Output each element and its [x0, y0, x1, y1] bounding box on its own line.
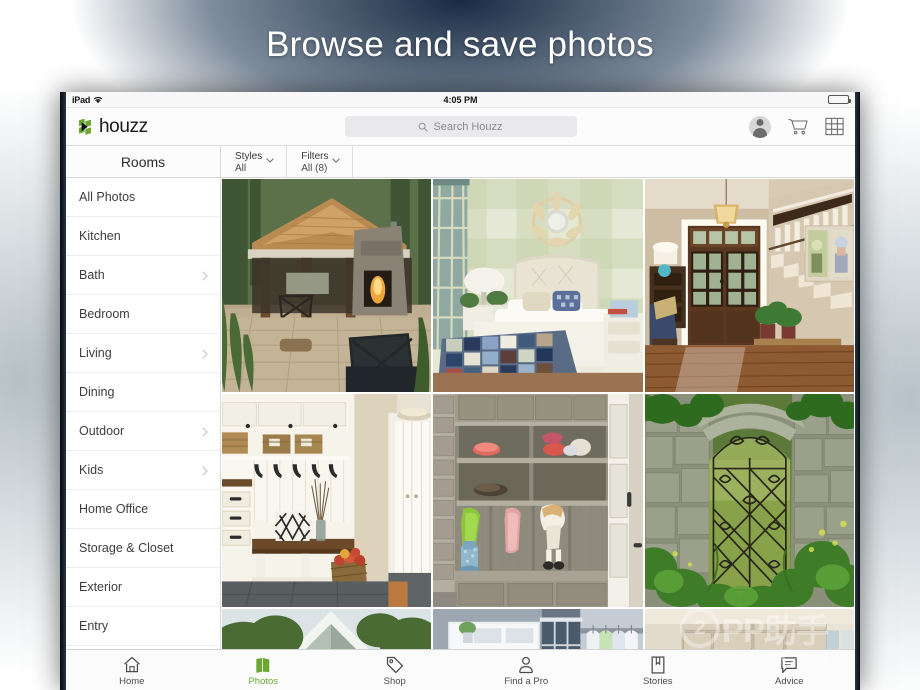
photo-stone-fireplace[interactable]: [644, 609, 854, 649]
hero-banner: Browse and save photos: [0, 0, 920, 90]
filters-filter-value: All (8): [301, 163, 328, 174]
sidebar-item-label: Outdoor: [79, 424, 125, 438]
bottom-tab-bar: Home Photos Shop Find a Pro Stories Advice: [66, 649, 855, 690]
sidebar-item-kitchen[interactable]: Kitchen: [66, 217, 220, 256]
photo-grid: [221, 178, 855, 649]
tab-label: Advice: [774, 675, 804, 687]
speech-bubble-icon: [779, 654, 799, 675]
sidebar-item-label: Bedroom: [79, 307, 130, 321]
device-bezel-right: [855, 92, 860, 690]
photo-laundry-room[interactable]: [433, 609, 643, 649]
tab-label: Photos: [248, 675, 279, 687]
photo-house-exterior[interactable]: [222, 609, 432, 649]
sidebar-item-exterior[interactable]: Exterior: [66, 568, 220, 607]
sidebar-item-home-office[interactable]: Home Office: [66, 490, 220, 529]
photo-outdoor-pavilion[interactable]: [222, 179, 432, 392]
filters-filter[interactable]: Filters All (8): [287, 146, 354, 177]
sidebar-item-label: Kids: [79, 463, 104, 477]
shopping-cart-icon[interactable]: [787, 116, 808, 137]
home-icon: [122, 654, 142, 675]
tab-label: Home: [119, 675, 145, 687]
status-bar-clock: 4:05 PM: [443, 94, 478, 105]
photo-garden-gate[interactable]: [644, 394, 854, 607]
ios-status-bar: iPad 4:05 PM: [66, 92, 855, 108]
page-title: Browse and save photos: [266, 25, 654, 64]
tab-label: Stories: [642, 675, 673, 687]
photo-entry-foyer[interactable]: [644, 179, 854, 392]
houzz-logo[interactable]: houzz: [76, 116, 226, 138]
photo-mudroom-gray[interactable]: [433, 394, 643, 607]
tab-label: Find a Pro: [504, 675, 549, 687]
tab-home[interactable]: Home: [66, 650, 198, 690]
tab-shop[interactable]: Shop: [329, 650, 461, 690]
tab-stories[interactable]: Stories: [592, 650, 724, 690]
sidebar-item-label: Exterior: [79, 580, 123, 594]
sidebar-item-label: Bath: [79, 268, 105, 282]
ipad-device-frame: iPad 4:05 PM houzz Search Houzz Rooms St…: [60, 92, 860, 690]
search-area: Search Houzz: [226, 116, 695, 137]
sidebar-item-all-photos[interactable]: All Photos: [66, 178, 220, 217]
rooms-header: Rooms: [66, 146, 221, 177]
screenshot-stage: Browse and save photos iPad 4:05 PM houz…: [0, 0, 920, 690]
sidebar-item-dining[interactable]: Dining: [66, 373, 220, 412]
person-icon: [516, 654, 536, 675]
photo-bedroom-plaid[interactable]: [433, 179, 643, 392]
search-icon: [418, 122, 429, 132]
sidebar-item-entry[interactable]: Entry: [66, 607, 220, 646]
sidebar-item-label: Dining: [79, 385, 115, 399]
sidebar-item-bedroom[interactable]: Bedroom: [66, 295, 220, 334]
sidebar-item-label: Storage & Closet: [79, 541, 174, 555]
tab-advice[interactable]: Advice: [724, 650, 856, 690]
filters-filter-top: Filters: [301, 151, 341, 163]
book-icon: [648, 654, 668, 675]
houzz-logo-text: houzz: [99, 115, 148, 137]
photo-mudroom-white[interactable]: [222, 394, 432, 607]
rooms-sidebar[interactable]: All Photos Kitchen Bath Bedroom Living Dining…: [66, 178, 221, 649]
grid-view-icon[interactable]: [824, 116, 845, 137]
styles-filter-value: All: [235, 163, 247, 174]
sidebar-item-kids[interactable]: Kids: [66, 451, 220, 490]
sidebar-item-label: Living: [79, 346, 112, 360]
chevron-right-icon: [202, 465, 208, 476]
chevron-down-icon: [332, 155, 341, 163]
tag-icon: [385, 654, 405, 675]
sidebar-item-bath[interactable]: Bath: [66, 256, 220, 295]
status-bar-right: [828, 95, 851, 104]
search-placeholder: Search Houzz: [433, 120, 503, 133]
nav-bar-icons: [695, 115, 845, 138]
chevron-right-icon: [202, 348, 208, 359]
main-content: All Photos Kitchen Bath Bedroom Living Dining…: [66, 178, 855, 649]
filters-filter-label: Filters: [301, 151, 329, 162]
styles-filter[interactable]: Styles All: [221, 146, 288, 177]
tab-photos[interactable]: Photos: [198, 650, 330, 690]
photos-icon: [253, 654, 273, 675]
filter-bar: Rooms Styles All Filters All (8): [66, 146, 855, 178]
tab-label: Shop: [383, 675, 406, 687]
tab-find-a-pro[interactable]: Find a Pro: [461, 650, 593, 690]
sidebar-item-living[interactable]: Living: [66, 334, 220, 373]
chevron-right-icon: [202, 270, 208, 281]
sidebar-item-label: All Photos: [79, 190, 136, 204]
account-avatar-icon[interactable]: [749, 115, 771, 138]
chevron-right-icon: [202, 426, 208, 437]
sidebar-item-storage-closet[interactable]: Storage & Closet: [66, 529, 220, 568]
battery-icon: [828, 95, 851, 104]
device-screen: iPad 4:05 PM houzz Search Houzz Rooms St…: [66, 92, 855, 690]
sidebar-item-label: Kitchen: [79, 229, 121, 243]
chevron-down-icon: [266, 155, 274, 163]
styles-filter-top: Styles: [235, 151, 274, 163]
houzz-logo-icon: [76, 118, 94, 136]
search-input[interactable]: Search Houzz: [344, 116, 577, 137]
sidebar-item-label: Home Office: [79, 502, 149, 516]
styles-filter-label: Styles: [235, 151, 263, 162]
app-nav-bar: houzz Search Houzz: [66, 108, 855, 146]
sidebar-item-outdoor[interactable]: Outdoor: [66, 412, 220, 451]
sidebar-item-label: Entry: [79, 619, 109, 633]
